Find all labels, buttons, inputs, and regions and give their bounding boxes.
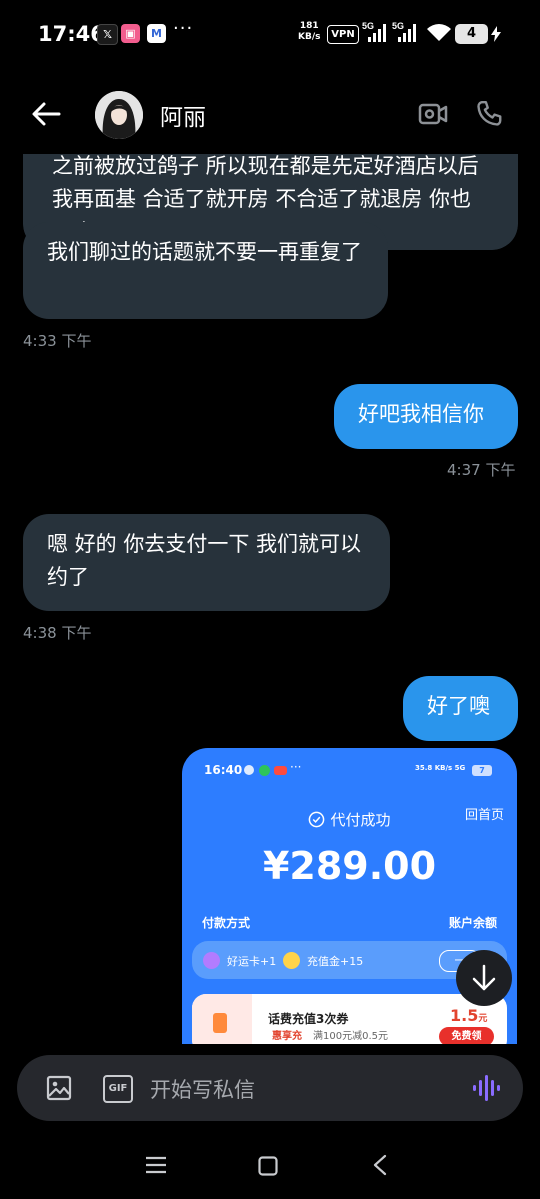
x-icon: 𝕏 (97, 24, 118, 45)
contact-name[interactable]: 阿丽 (160, 98, 206, 132)
coupon-title: 话费充值3次券 (268, 1012, 349, 1026)
message-bubble-incoming[interactable]: 嗯 好的 你去支付一下 我们就可以约了 (23, 514, 390, 611)
overflow-icon: ··· (290, 760, 302, 774)
message-bubble-outgoing[interactable]: 好吧我相信你 (334, 384, 518, 449)
coupon-price: 1.5元 (450, 1006, 488, 1025)
screenshot-time: 16:40 (204, 763, 243, 777)
svg-text:5G: 5G (362, 21, 374, 31)
menu-icon[interactable] (145, 1155, 167, 1175)
arrow-down-icon (472, 964, 496, 991)
screenshot-status-icon (244, 765, 254, 775)
vpn-badge: VPN (327, 25, 359, 44)
chat-header: 阿丽 (0, 68, 540, 158)
video-call-icon[interactable] (418, 102, 448, 126)
message-timestamp: 4:37 下午 (447, 461, 516, 479)
signal-5g-icon: 5G (362, 21, 386, 42)
message-bubble-outgoing[interactable]: 好了噢 (403, 676, 518, 741)
message-bubble-incoming[interactable]: 我们聊过的话题就不要一再重复了 (23, 222, 388, 319)
screenshot-battery: 7 (472, 765, 492, 776)
mail-icon: M (147, 24, 166, 43)
phone-recharge-icon (213, 1013, 227, 1033)
message-text: 我们聊过的话题就不要一再重复了 (47, 240, 362, 264)
app-notification-icon (274, 766, 287, 775)
message-text: 好了噢 (427, 694, 490, 718)
signal-5g-icon-2: 5G (392, 21, 416, 42)
scroll-to-bottom-button[interactable] (456, 950, 512, 1006)
bilibili-icon: ▣ (121, 24, 140, 43)
message-timestamp: 4:38 下午 (23, 624, 92, 642)
avatar[interactable] (95, 91, 143, 139)
net-speed: 181 KB/s (298, 21, 321, 42)
message-input[interactable]: 开始写私信 (150, 1074, 255, 1104)
coupon-tag: 惠享充 (272, 1031, 302, 1042)
battery-indicator: 4 (455, 24, 488, 44)
gif-button[interactable]: GIF (103, 1075, 133, 1103)
screenshot-status-icons: 35.8 KB/s 5G (415, 764, 466, 772)
wechat-icon (259, 765, 270, 776)
home-link: 回首页 (464, 808, 504, 823)
wifi-icon (427, 24, 451, 41)
system-navigation-bar (0, 1135, 540, 1199)
message-timestamp: 4:33 下午 (23, 332, 92, 350)
overflow-icon: ··· (173, 18, 194, 39)
check-circle-icon (309, 811, 325, 828)
claim-coupon-button: 免费领 (439, 1027, 494, 1044)
message-text: 好吧我相信你 (358, 402, 484, 426)
charging-icon (491, 26, 501, 42)
svg-text:5G: 5G (392, 21, 404, 31)
coupon-desc: 满100元减0.5元 (313, 1031, 388, 1042)
account-balance-label: 账户余额 (448, 916, 497, 930)
coin-icon (283, 952, 300, 969)
voice-message-icon[interactable] (472, 1074, 500, 1102)
message-composer: GIF 开始写私信 (17, 1055, 523, 1121)
image-icon[interactable] (46, 1075, 72, 1101)
home-icon[interactable] (258, 1156, 278, 1176)
phone-call-icon[interactable] (474, 99, 504, 129)
status-bar: 17:46 𝕏 ▣ M ··· 181 KB/s VPN 5G 5G 4 (0, 0, 540, 68)
payment-method-label: 付款方式 (202, 916, 251, 930)
status-time: 17:46 (38, 22, 105, 46)
payment-amount: ¥289.00 (262, 844, 437, 888)
back-icon[interactable] (372, 1154, 388, 1176)
message-text: 嗯 好的 你去支付一下 我们就可以约了 (47, 532, 362, 589)
coupon-panel: 话费充值3次券 惠享充 满100元减0.5元 1.5元 免费领 (192, 994, 507, 1044)
lucky-card-icon (203, 952, 220, 969)
back-arrow-icon[interactable] (31, 101, 61, 127)
